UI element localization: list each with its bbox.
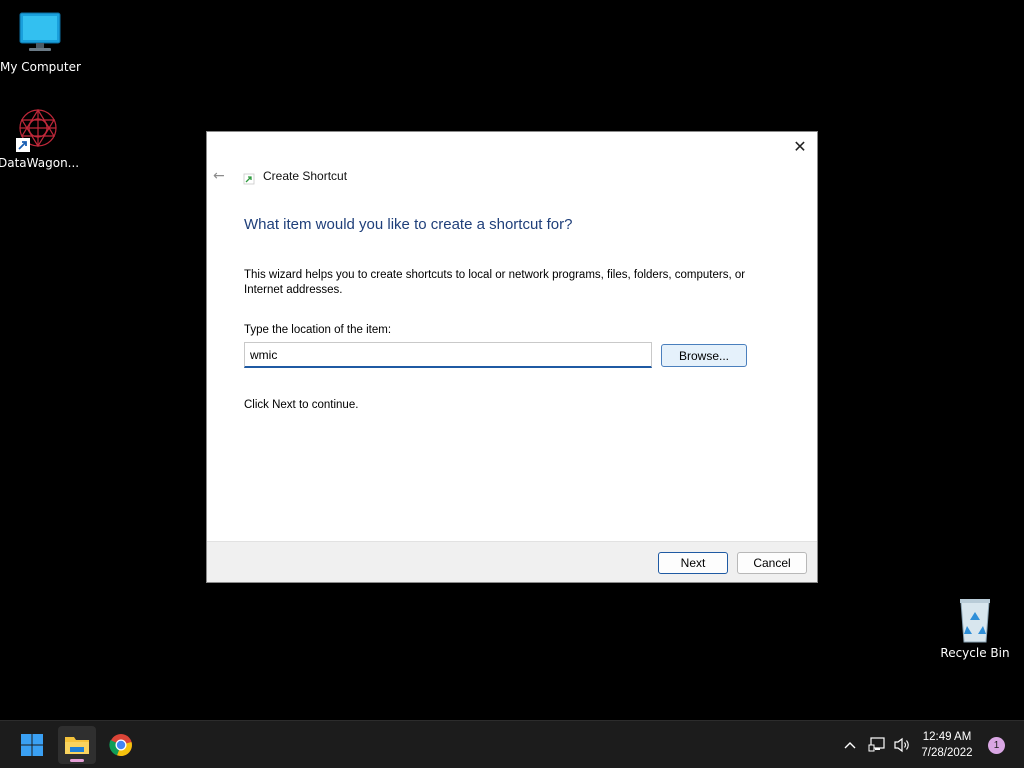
volume-control[interactable]	[891, 721, 913, 768]
wizard-heading: What item would you like to create a sho…	[244, 216, 573, 233]
continue-instruction: Click Next to continue.	[244, 399, 359, 411]
monitor-icon	[16, 10, 64, 58]
active-app-indicator	[70, 759, 84, 762]
chrome-icon	[109, 734, 132, 757]
cancel-button[interactable]: Cancel	[737, 552, 807, 574]
start-icon	[21, 734, 43, 756]
taskbar-chrome[interactable]	[102, 726, 140, 764]
desktop-icon-label: Recycle Bin	[940, 646, 1010, 660]
start-button[interactable]	[13, 726, 51, 764]
close-icon: ✕	[793, 137, 807, 156]
network-icon	[868, 737, 885, 752]
clock-time: 12:49 AM	[922, 731, 972, 743]
location-input[interactable]	[244, 342, 652, 368]
chevron-up-icon	[844, 742, 856, 749]
clock-date: 7/28/2022	[921, 747, 973, 759]
desktop-icon-recycle-bin[interactable]: Recycle Bin	[935, 596, 1015, 660]
taskbar-clock[interactable]: 12:49 AM 7/28/2022	[912, 729, 982, 761]
taskbar-file-explorer[interactable]	[58, 726, 96, 764]
file-explorer-icon	[65, 737, 89, 754]
desktop-icon-my-computer[interactable]: My Computer	[0, 10, 81, 74]
taskbar: 12:49 AM 7/28/2022 1	[0, 720, 1024, 768]
create-shortcut-dialog: ✕ ← Create Shortcut What item would you …	[206, 131, 818, 583]
close-button[interactable]: ✕	[789, 136, 811, 158]
notification-badge[interactable]: 1	[988, 737, 1005, 754]
desktop-icon-label: My Computer	[0, 60, 81, 74]
dialog-header: ← Create Shortcut	[213, 166, 347, 186]
show-hidden-icons-button[interactable]	[838, 721, 862, 768]
dialog-footer: Next Cancel	[207, 541, 817, 582]
recycle-bin-icon	[951, 596, 999, 644]
back-arrow-icon[interactable]: ←	[213, 168, 229, 184]
location-label: Type the location of the item:	[244, 324, 392, 336]
next-button[interactable]: Next	[658, 552, 728, 574]
speaker-icon	[894, 737, 909, 753]
desktop-icon-datawagon[interactable]: DataWagon...	[0, 106, 80, 170]
browse-button[interactable]: Browse...	[661, 344, 747, 367]
wizard-description: This wizard helps you to create shortcut…	[244, 269, 746, 296]
datawagon-app-icon	[14, 106, 62, 154]
desktop-icon-label: DataWagon...	[0, 156, 80, 170]
dialog-title: Create Shortcut	[263, 169, 348, 183]
shortcut-wizard-icon	[243, 170, 255, 185]
network-status[interactable]	[866, 721, 888, 768]
